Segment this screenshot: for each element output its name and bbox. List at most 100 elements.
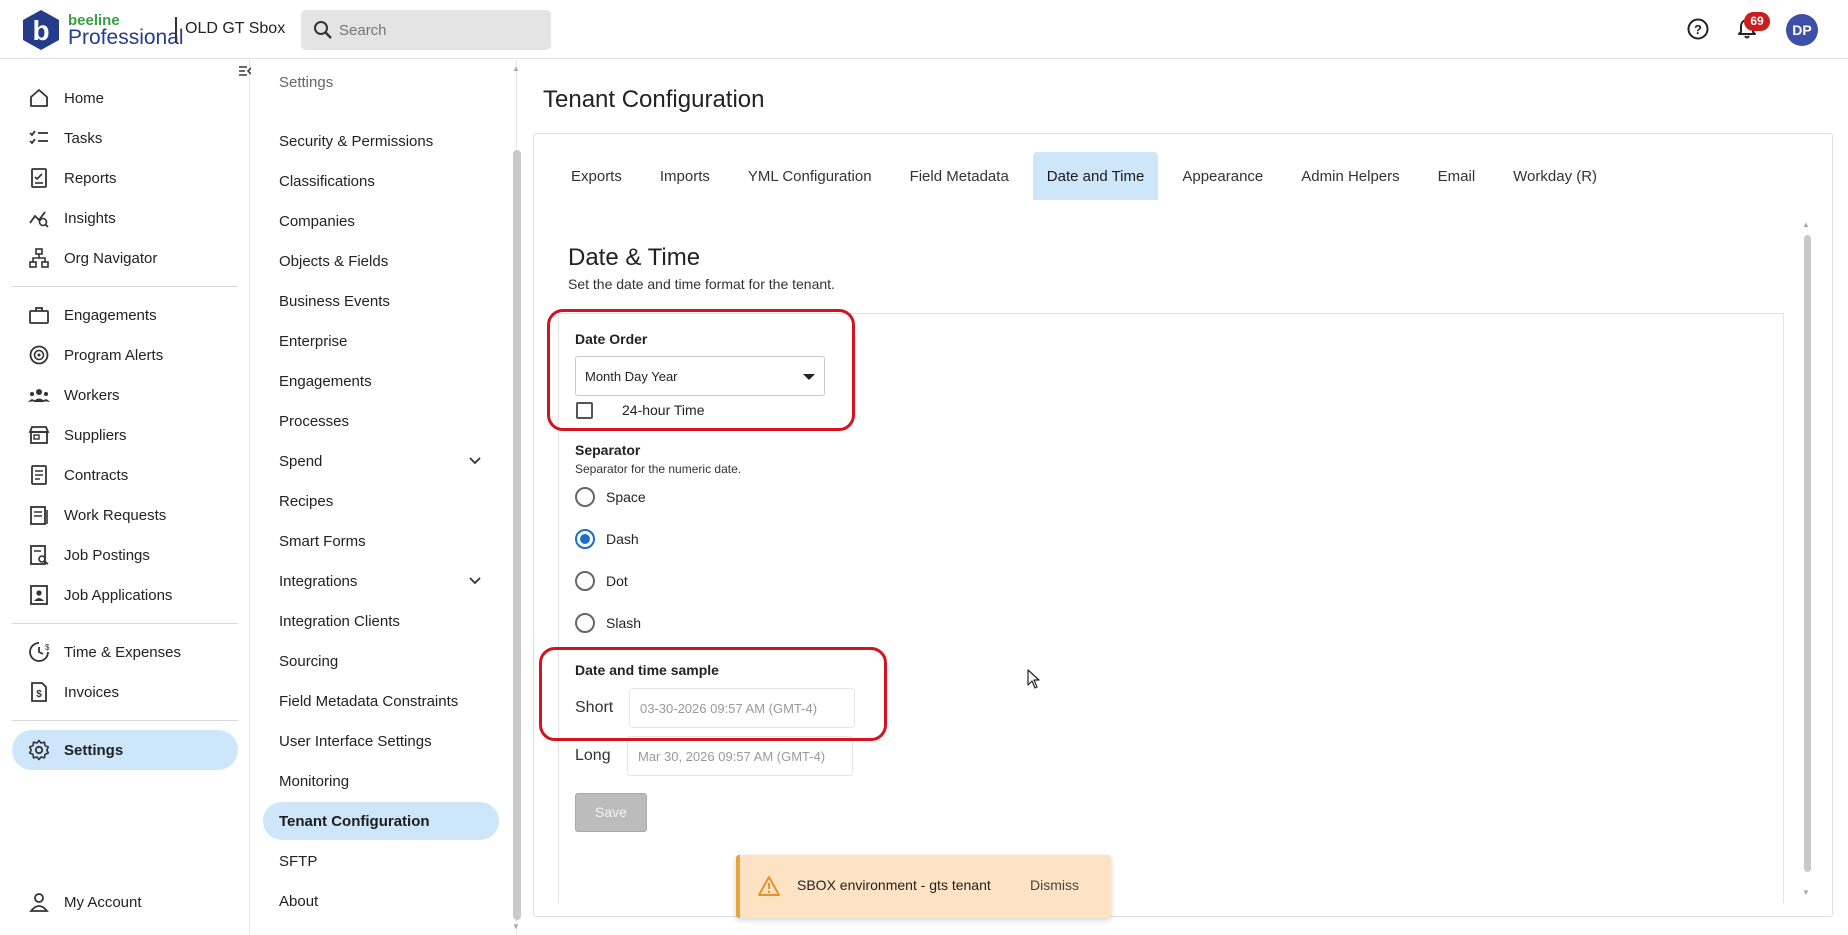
dismiss-button[interactable]: Dismiss <box>1030 877 1079 893</box>
tab-workday[interactable]: Workday (R) <box>1499 152 1611 200</box>
search-box[interactable] <box>301 10 551 50</box>
tab-appearance[interactable]: Appearance <box>1168 152 1277 200</box>
nav-label: Reports <box>64 169 117 187</box>
content-scroll-down-icon[interactable]: ▼ <box>1802 888 1810 897</box>
separator-radio-dot[interactable] <box>575 571 595 591</box>
job-postings-icon <box>30 545 49 565</box>
subnav-item-objects-fields[interactable]: Objects & Fields <box>263 242 499 280</box>
nav-divider <box>12 623 238 624</box>
subnav-label: Objects & Fields <box>279 252 389 270</box>
avatar[interactable]: DP <box>1786 14 1818 46</box>
subnav-item-companies[interactable]: Companies <box>263 202 499 240</box>
subnav-item-recipes[interactable]: Recipes <box>263 482 499 520</box>
nav-item-home[interactable]: Home <box>12 78 238 118</box>
search-input[interactable] <box>339 10 539 50</box>
nav-item-contracts[interactable]: Contracts <box>12 455 238 495</box>
subnav-item-user-interface-settings[interactable]: User Interface Settings <box>263 722 499 760</box>
content-scrollbar[interactable] <box>1804 235 1811 872</box>
subnav-label: Monitoring <box>279 772 350 790</box>
tab-admin-helpers[interactable]: Admin Helpers <box>1287 152 1413 200</box>
notification-badge[interactable]: 69 <box>1744 12 1770 31</box>
job-applications-icon <box>30 585 48 605</box>
nav-item-org-navigator[interactable]: Org Navigator <box>12 238 238 278</box>
long-label: Long <box>575 747 611 764</box>
subnav-item-monitoring[interactable]: Monitoring <box>263 762 499 800</box>
nav-item-invoices[interactable]: $ Invoices <box>12 672 238 712</box>
content-scroll-up-icon[interactable]: ▲ <box>1802 220 1810 229</box>
separator-option-label: Dash <box>606 531 639 547</box>
save-button[interactable]: Save <box>575 793 647 832</box>
person-icon <box>29 893 49 912</box>
tab-date-and-time[interactable]: Date and Time <box>1032 152 1159 200</box>
subnav-item-field-metadata-constraints[interactable]: Field Metadata Constraints <box>263 682 499 720</box>
separator-radio-space[interactable] <box>575 487 595 507</box>
subnav-title: Settings <box>279 74 334 91</box>
workers-icon <box>28 389 50 402</box>
subnav-item-spend[interactable]: Spend <box>263 442 499 480</box>
long-sample-field: Mar 30, 2026 09:57 AM (GMT-4) <box>627 736 853 776</box>
nav-label: My Account <box>64 893 142 911</box>
nav-label: Invoices <box>64 683 120 701</box>
subnav-item-smart-forms[interactable]: Smart Forms <box>263 522 499 560</box>
long-sample-value: Mar 30, 2026 09:57 AM (GMT-4) <box>638 749 826 764</box>
nav-label: Insights <box>64 209 116 227</box>
subnav-item-security-permissions[interactable]: Security & Permissions <box>263 122 499 160</box>
nav-label: Contracts <box>64 466 129 484</box>
nav-label: Program Alerts <box>64 346 164 364</box>
subnav-scroll-up-icon[interactable]: ▲ <box>512 64 520 73</box>
nav-item-settings[interactable]: Settings <box>12 730 238 770</box>
subnav-item-about[interactable]: About <box>263 882 499 920</box>
gear-icon <box>28 739 50 761</box>
settings-subnav: Settings Security & Permissions Classifi… <box>251 60 517 935</box>
nav-item-job-postings[interactable]: Job Postings <box>12 535 238 575</box>
nav-item-my-account[interactable]: My Account <box>12 882 238 922</box>
left-nav: Home Tasks Reports Insights Org Navigato… <box>0 60 252 935</box>
subnav-item-sftp[interactable]: SFTP <box>263 842 499 880</box>
nav-item-insights[interactable]: Insights <box>12 198 238 238</box>
briefcase-icon <box>29 307 49 324</box>
subnav-item-enterprise[interactable]: Enterprise <box>263 322 499 360</box>
annotation-highlight-sample <box>539 647 887 741</box>
tab-field-metadata[interactable]: Field Metadata <box>896 152 1023 200</box>
subnav-item-business-events[interactable]: Business Events <box>263 282 499 320</box>
subnav-item-sourcing[interactable]: Sourcing <box>263 642 499 680</box>
subnav-item-classifications[interactable]: Classifications <box>263 162 499 200</box>
nav-label: Tasks <box>64 129 103 147</box>
nav-item-reports[interactable]: Reports <box>12 158 238 198</box>
subnav-item-integrations[interactable]: Integrations <box>263 562 499 600</box>
nav-label: Engagements <box>64 306 157 324</box>
tab-yml-configuration[interactable]: YML Configuration <box>734 152 886 200</box>
search-icon <box>314 21 332 39</box>
nav-item-suppliers[interactable]: Suppliers <box>12 415 238 455</box>
subnav-item-integration-clients[interactable]: Integration Clients <box>263 602 499 640</box>
nav-label: Job Postings <box>64 546 150 564</box>
nav-item-engagements[interactable]: Engagements <box>12 295 238 335</box>
separator-radio-slash[interactable] <box>575 613 595 633</box>
separator-help: Separator for the numeric date. <box>575 462 742 476</box>
nav-item-workers[interactable]: Workers <box>12 375 238 415</box>
subnav-item-engagements[interactable]: Engagements <box>263 362 499 400</box>
insights-icon <box>29 211 49 228</box>
subnav-scrollbar[interactable] <box>513 150 521 920</box>
separator-radio-dash[interactable] <box>575 529 595 549</box>
tab-exports[interactable]: Exports <box>557 152 636 200</box>
nav-item-work-requests[interactable]: Work Requests <box>12 495 238 535</box>
subnav-label: Processes <box>279 412 350 430</box>
nav-item-program-alerts[interactable]: Program Alerts <box>12 335 238 375</box>
subnav-item-processes[interactable]: Processes <box>263 402 499 440</box>
nav-item-tasks[interactable]: Tasks <box>12 118 238 158</box>
subnav-item-tenant-configuration[interactable]: Tenant Configuration <box>263 802 499 840</box>
chevron-down-icon[interactable] <box>467 453 483 469</box>
separator-option-label: Space <box>606 489 646 505</box>
nav-item-job-applications[interactable]: Job Applications <box>12 575 238 615</box>
chevron-down-icon[interactable] <box>467 573 483 589</box>
subnav-scroll-down-icon[interactable]: ▼ <box>512 922 520 931</box>
tab-imports[interactable]: Imports <box>646 152 724 200</box>
separator-label: Separator <box>575 442 641 458</box>
warning-icon <box>758 876 780 896</box>
tab-email[interactable]: Email <box>1424 152 1490 200</box>
nav-item-time-expenses[interactable]: $ Time & Expenses <box>12 632 238 672</box>
help-icon[interactable]: ? <box>1686 17 1710 41</box>
nav-label: Time & Expenses <box>64 643 181 661</box>
beeline-logo-icon[interactable]: b <box>20 9 62 51</box>
